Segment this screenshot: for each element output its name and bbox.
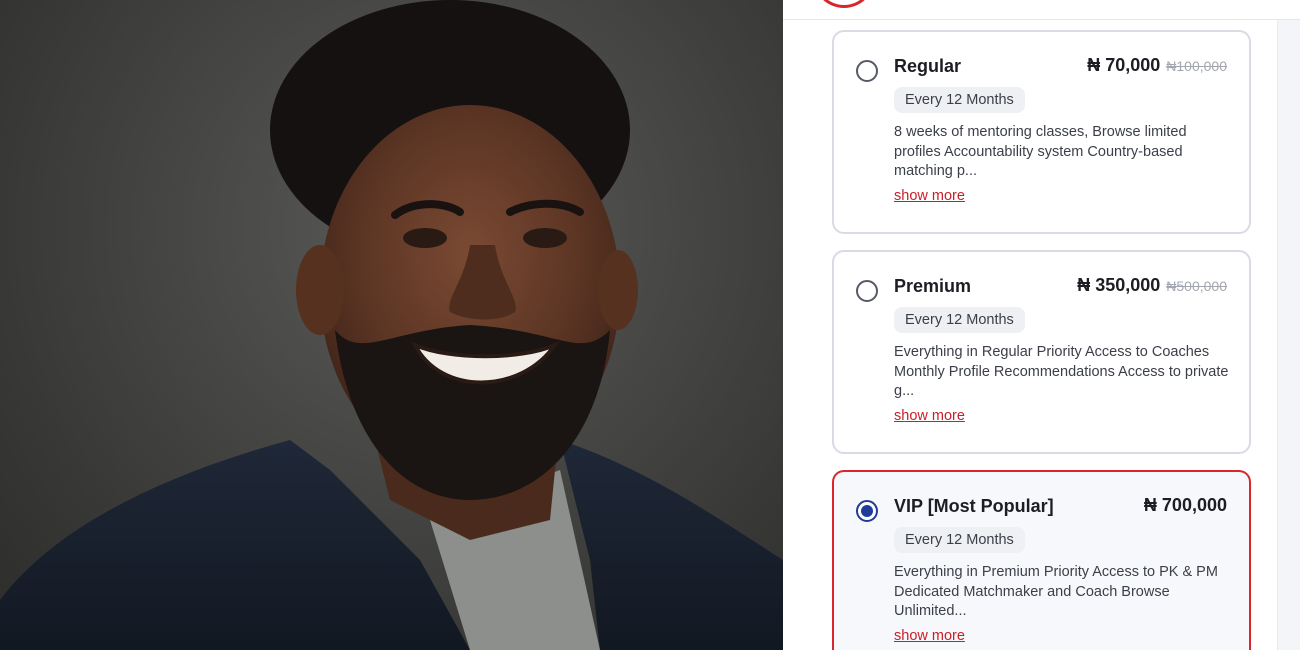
- subscription-panel: Regular ₦ 70,000 ₦100,000 Every 12 Month…: [783, 0, 1300, 650]
- ear-right: [598, 250, 638, 330]
- plan-price-group: ₦ 700,000: [1144, 495, 1227, 516]
- plan-list: Regular ₦ 70,000 ₦100,000 Every 12 Month…: [783, 20, 1278, 650]
- plan-name: Regular: [894, 56, 962, 76]
- radio-button-selected[interactable]: [856, 500, 878, 522]
- plan-card-regular[interactable]: Regular ₦ 70,000 ₦100,000 Every 12 Month…: [832, 30, 1251, 234]
- plan-card-vip[interactable]: VIP [Most Popular] ₦ 700,000 Every 12 Mo…: [832, 470, 1251, 650]
- plan-name: VIP [Most Popular]: [894, 496, 1054, 516]
- app-header: [783, 0, 1300, 20]
- show-more-link[interactable]: show more: [894, 628, 965, 644]
- billing-period-badge: Every 12 Months: [894, 87, 1025, 113]
- plan-name: Premium: [894, 276, 972, 296]
- billing-period-badge: Every 12 Months: [894, 307, 1025, 333]
- plan-description: 8 weeks of mentoring classes, Browse lim…: [894, 124, 1187, 179]
- plan-price: ₦ 350,000: [1077, 275, 1161, 295]
- plan-original-price: ₦100,000: [1166, 58, 1227, 74]
- portrait-photo: [0, 0, 783, 650]
- ear-left: [296, 245, 344, 335]
- plan-description: Everything in Premium Priority Access to…: [894, 564, 1218, 619]
- plan-price-group: ₦ 350,000 ₦500,000: [1077, 275, 1227, 296]
- portrait-illustration: [0, 0, 783, 650]
- jacket-shape-right: [560, 440, 783, 650]
- show-more-link[interactable]: show more: [894, 188, 965, 204]
- brand-logo-icon: [813, 0, 875, 8]
- show-more-link[interactable]: show more: [894, 408, 965, 424]
- plan-card-premium[interactable]: Premium ₦ 350,000 ₦500,000 Every 12 Mont…: [832, 250, 1251, 454]
- plan-original-price: ₦500,000: [1166, 278, 1227, 294]
- plan-price: ₦ 70,000: [1087, 55, 1161, 75]
- eye-left: [403, 228, 447, 248]
- radio-button[interactable]: [856, 60, 878, 82]
- plan-price: ₦ 700,000: [1143, 495, 1227, 515]
- scrollbar-track[interactable]: [1278, 20, 1300, 650]
- plan-description: Everything in Regular Priority Access to…: [894, 344, 1229, 399]
- eye-right: [523, 228, 567, 248]
- billing-period-badge: Every 12 Months: [894, 527, 1025, 553]
- radio-button[interactable]: [856, 280, 878, 302]
- plan-price-group: ₦ 70,000 ₦100,000: [1087, 55, 1227, 76]
